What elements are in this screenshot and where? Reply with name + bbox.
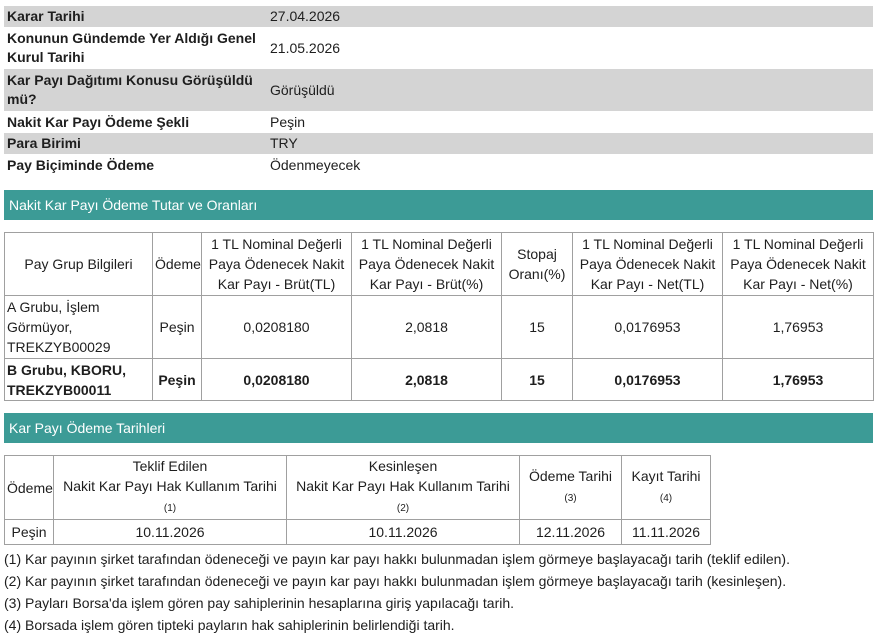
section-header-dates: Kar Payı Ödeme Tarihleri <box>4 413 873 443</box>
cell-stopaj: 15 <box>501 295 573 359</box>
info-value: 21.05.2026 <box>265 27 873 69</box>
dates-header-row: Ödeme Teklif Edilen Nakit Kar Payı Hak K… <box>4 455 711 520</box>
footnote-1: (1) Kar payının şirket tarafından ödenec… <box>4 551 790 567</box>
col-stopaj: Stopaj Oranı(%) <box>501 232 573 296</box>
table-row: B Grubu, KBORU, TREKZYB00011 Peşin 0,020… <box>4 358 874 401</box>
footnote-ref: (2) <box>396 503 410 514</box>
amounts-table: Pay Grup Bilgileri Ödeme 1 TL Nominal De… <box>4 232 874 401</box>
info-label: Kar Payı Dağıtımı Konusu Görüşüldü mü? <box>4 69 265 111</box>
col-kayit-tarihi: Kayıt Tarihi (4) <box>621 455 711 520</box>
cell-pay-grup: B Grubu, KBORU, TREKZYB00011 <box>4 358 153 401</box>
info-label: Konunun Gündemde Yer Aldığı Genel Kurul … <box>4 27 265 69</box>
col-brut-pct: 1 TL Nominal Değerli Paya Ödenecek Nakit… <box>351 232 502 296</box>
col-brut-tl: 1 TL Nominal Değerli Paya Ödenecek Nakit… <box>201 232 352 296</box>
footnote-2: (2) Kar payının şirket tarafından ödenec… <box>4 573 787 589</box>
footnote-ref: (1) <box>163 503 177 514</box>
cell-net-pct: 1,76953 <box>722 358 874 401</box>
info-row-genel-kurul-tarihi: Konunun Gündemde Yer Aldığı Genel Kurul … <box>4 27 873 69</box>
cell-net-tl: 0,0176953 <box>572 358 723 401</box>
table-row: Peşin 10.11.2026 10.11.2026 12.11.2026 1… <box>4 519 711 545</box>
cell-brut-pct: 2,0818 <box>351 295 502 359</box>
col-odeme: Ödeme <box>4 455 54 520</box>
cell-odeme: Peşin <box>152 358 202 401</box>
info-value: Peşin <box>265 111 873 133</box>
page: Karar Tarihi 27.04.2026 Konunun Gündemde… <box>4 6 874 636</box>
cell-brut-tl: 0,0208180 <box>201 358 352 401</box>
col-odeme-tarihi: Ödeme Tarihi (3) <box>519 455 622 520</box>
info-label: Pay Biçiminde Ödeme <box>4 154 265 176</box>
cell-kesin-tarih: 10.11.2026 <box>286 519 520 545</box>
info-value: Ödenmeyecek <box>265 154 873 176</box>
info-row-karar-tarihi: Karar Tarihi 27.04.2026 <box>4 6 873 27</box>
info-row-para-birimi: Para Birimi TRY <box>4 133 873 154</box>
info-row-gorusuldu: Kar Payı Dağıtımı Konusu Görüşüldü mü? G… <box>4 69 873 111</box>
cell-odeme: Peşin <box>152 295 202 359</box>
info-value: Görüşüldü <box>265 69 873 111</box>
info-table: Karar Tarihi 27.04.2026 Konunun Gündemde… <box>4 6 873 176</box>
col-kesinlesen: Kesinleşen Nakit Kar Payı Hak Kullanım T… <box>286 455 520 520</box>
table-row: A Grubu, İşlem Görmüyor, TREKZYB00029 Pe… <box>4 295 874 359</box>
cell-brut-pct: 2,0818 <box>351 358 502 401</box>
footnote-ref: (3) <box>564 493 577 504</box>
cell-odeme: Peşin <box>4 519 54 545</box>
footnotes: (1) Kar payının şirket tarafından ödenec… <box>4 548 873 636</box>
col-net-pct: 1 TL Nominal Değerli Paya Ödenecek Nakit… <box>722 232 874 296</box>
dates-table: Ödeme Teklif Edilen Nakit Kar Payı Hak K… <box>4 455 711 545</box>
section-header-amounts: Nakit Kar Payı Ödeme Tutar ve Oranları <box>4 190 873 220</box>
footnote-3: (3) Payları Borsa'da işlem gören pay sah… <box>4 595 515 611</box>
info-label: Para Birimi <box>4 133 265 154</box>
cell-brut-tl: 0,0208180 <box>201 295 352 359</box>
col-pay-grup: Pay Grup Bilgileri <box>4 232 153 296</box>
cell-stopaj: 15 <box>501 358 573 401</box>
info-label: Nakit Kar Payı Ödeme Şekli <box>4 111 265 133</box>
col-teklif-bottom: Nakit Kar Payı Hak Kullanım Tarihi (1) <box>63 478 277 514</box>
footnote-ref: (4) <box>659 493 673 504</box>
footnote-4: (4) Borsada işlem gören tipteki payların… <box>4 617 455 633</box>
col-kesin-top: Kesinleşen <box>368 458 438 474</box>
cell-kayit-tarihi: 11.11.2026 <box>621 519 711 545</box>
info-value: TRY <box>265 133 873 154</box>
info-value: 27.04.2026 <box>265 6 873 27</box>
cell-net-pct: 1,76953 <box>722 295 874 359</box>
col-net-tl: 1 TL Nominal Değerli Paya Ödenecek Nakit… <box>572 232 723 296</box>
amounts-header-row: Pay Grup Bilgileri Ödeme 1 TL Nominal De… <box>4 232 874 296</box>
cell-odeme-tarihi: 12.11.2026 <box>519 519 622 545</box>
cell-pay-grup: A Grubu, İşlem Görmüyor, TREKZYB00029 <box>4 295 153 359</box>
col-odeme: Ödeme <box>152 232 202 296</box>
info-row-pay-bicimi: Pay Biçiminde Ödeme Ödenmeyecek <box>4 154 873 176</box>
col-teklif-top: Teklif Edilen <box>132 458 208 474</box>
info-row-odeme-sekli: Nakit Kar Payı Ödeme Şekli Peşin <box>4 111 873 133</box>
col-teklif-edilen: Teklif Edilen Nakit Kar Payı Hak Kullanı… <box>53 455 287 520</box>
info-label: Karar Tarihi <box>4 6 265 27</box>
cell-teklif-tarih: 10.11.2026 <box>53 519 287 545</box>
cell-net-tl: 0,0176953 <box>572 295 723 359</box>
col-kesin-bottom: Nakit Kar Payı Hak Kullanım Tarihi (2) <box>296 478 510 514</box>
